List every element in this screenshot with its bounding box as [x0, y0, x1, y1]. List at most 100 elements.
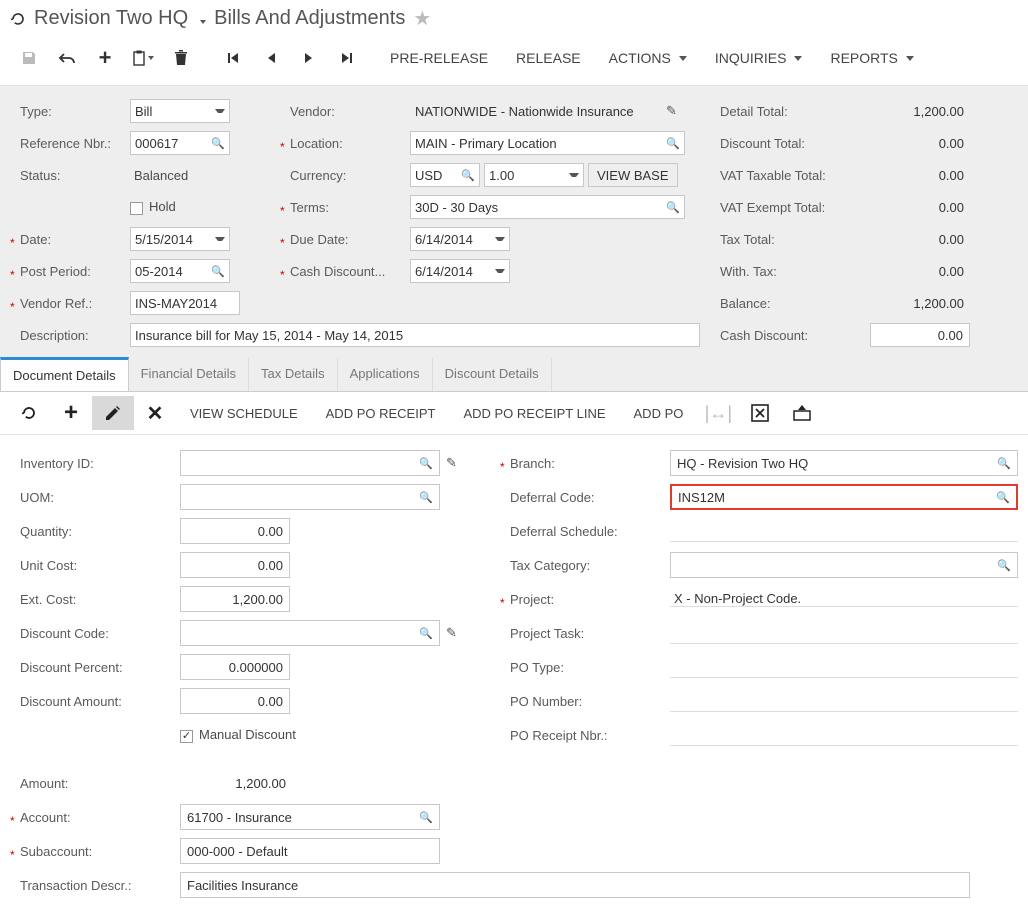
add-icon[interactable]: + — [86, 43, 124, 73]
lookup-icon[interactable]: 🔍 — [993, 457, 1011, 470]
type-select[interactable]: Bill — [130, 99, 230, 123]
withtax-value: 0.00 — [870, 264, 970, 279]
vendref-input[interactable]: INS-MAY2014 — [130, 291, 240, 315]
cashdisc-label: Cash Discount... — [280, 264, 410, 279]
description-input[interactable]: Insurance bill for May 15, 2014 - May 14… — [130, 323, 700, 347]
desc-label: Description: — [10, 328, 130, 343]
account-input[interactable]: 61700 - Insurance🔍 — [180, 804, 440, 830]
chevron-down-icon — [569, 173, 579, 177]
cashdisc-input[interactable]: 6/14/2014 — [410, 259, 510, 283]
nav-next-icon[interactable] — [290, 43, 328, 73]
balance-label: Balance: — [710, 296, 870, 311]
lookup-icon[interactable]: 🔍 — [415, 627, 433, 640]
tax-total-value: 0.00 — [870, 232, 970, 247]
amount-label: Amount: — [10, 776, 180, 791]
add-po-receipt-line-button[interactable]: ADD PO RECEIPT LINE — [449, 398, 619, 429]
unitcost-label: Unit Cost: — [10, 558, 180, 573]
edit-icon[interactable]: ✎ — [666, 103, 677, 119]
cashdiscount-input[interactable]: 0.00 — [870, 323, 970, 347]
unitcost-input[interactable]: 0.00 — [180, 552, 290, 578]
view-base-button[interactable]: VIEW BASE — [588, 163, 678, 187]
uom-input[interactable]: 🔍 — [180, 484, 440, 510]
vatexempt-value: 0.00 — [870, 200, 970, 215]
txdesc-label: Transaction Descr.: — [10, 878, 180, 893]
inquiries-menu[interactable]: INQUIRIES — [701, 44, 817, 72]
lookup-icon[interactable]: 🔍 — [207, 137, 225, 150]
tab-applications[interactable]: Applications — [338, 358, 433, 391]
delete-icon[interactable] — [162, 43, 200, 73]
lookup-icon[interactable]: 🔍 — [993, 559, 1011, 572]
currency-rate-input[interactable]: 1.00 — [484, 163, 584, 187]
lookup-icon[interactable]: 🔍 — [662, 201, 680, 214]
edit-icon[interactable]: ✎ — [446, 455, 457, 471]
hold-checkbox[interactable]: Hold — [130, 199, 176, 214]
release-button[interactable]: RELEASE — [502, 44, 595, 72]
lookup-icon[interactable]: 🔍 — [457, 169, 475, 182]
uom-label: UOM: — [10, 490, 180, 505]
tab-document-details[interactable]: Document Details — [0, 357, 129, 391]
lookup-icon[interactable]: 🔍 — [415, 491, 433, 504]
tab-tax-details[interactable]: Tax Details — [249, 358, 338, 391]
ref-input[interactable]: 000617🔍 — [130, 131, 230, 155]
currency-input[interactable]: USD🔍 — [410, 163, 480, 187]
nav-last-icon[interactable] — [328, 43, 366, 73]
grid-edit-icon[interactable] — [92, 396, 134, 430]
location-input[interactable]: MAIN - Primary Location🔍 — [410, 131, 685, 155]
potype-label: PO Type: — [500, 660, 670, 675]
add-po-receipt-button[interactable]: ADD PO RECEIPT — [312, 398, 450, 429]
post-input[interactable]: 05-2014🔍 — [130, 259, 230, 283]
nav-first-icon[interactable] — [214, 43, 252, 73]
inventory-input[interactable]: 🔍 — [180, 450, 440, 476]
nav-prev-icon[interactable] — [252, 43, 290, 73]
edit-icon[interactable]: ✎ — [446, 625, 457, 641]
upload-icon[interactable] — [781, 396, 823, 430]
discamt-input[interactable]: 0.00 — [180, 688, 290, 714]
grid-refresh-icon[interactable] — [8, 396, 50, 430]
save-icon[interactable] — [10, 43, 48, 73]
export-excel-icon[interactable] — [739, 396, 781, 430]
balance-value: 1,200.00 — [870, 296, 970, 311]
due-input[interactable]: 6/14/2014 — [410, 227, 510, 251]
subaccount-input[interactable]: 000-000 - Default — [180, 838, 440, 864]
company-title[interactable]: Revision Two HQ — [34, 7, 188, 30]
taxcat-input[interactable]: 🔍 — [670, 552, 1018, 578]
lookup-icon[interactable]: 🔍 — [415, 457, 433, 470]
ptask-value — [670, 622, 1018, 644]
lookup-icon[interactable]: 🔍 — [662, 137, 680, 150]
terms-input[interactable]: 30D - 30 Days🔍 — [410, 195, 685, 219]
discpct-input[interactable]: 0.000000 — [180, 654, 290, 680]
defcode-input[interactable]: INS12M🔍 — [670, 484, 1018, 510]
fit-columns-icon[interactable]: |↔| — [697, 396, 739, 430]
lookup-icon[interactable]: 🔍 — [992, 491, 1010, 504]
qty-label: Quantity: — [10, 524, 180, 539]
clipboard-icon[interactable] — [124, 43, 162, 73]
reports-menu[interactable]: REPORTS — [816, 44, 927, 72]
add-po-button[interactable]: ADD PO — [620, 398, 698, 429]
detail-total-label: Detail Total: — [710, 104, 870, 119]
tab-financial-details[interactable]: Financial Details — [129, 358, 249, 391]
star-icon[interactable]: ★ — [413, 6, 431, 31]
refresh-icon[interactable] — [10, 11, 26, 27]
ponum-label: PO Number: — [500, 694, 670, 709]
undo-icon[interactable] — [48, 43, 86, 73]
branch-input[interactable]: HQ - Revision Two HQ🔍 — [670, 450, 1018, 476]
tab-discount-details[interactable]: Discount Details — [433, 358, 552, 391]
lookup-icon[interactable]: 🔍 — [207, 265, 225, 278]
chevron-down-icon — [495, 269, 505, 273]
project-value: X - Non-Project Code. — [670, 591, 1018, 607]
cashdiscount-label: Cash Discount: — [710, 328, 870, 343]
txdesc-input[interactable]: Facilities Insurance — [180, 872, 970, 898]
ponum-value — [670, 690, 1018, 712]
lookup-icon[interactable]: 🔍 — [415, 811, 433, 824]
extcost-input[interactable]: 1,200.00 — [180, 586, 290, 612]
actions-menu[interactable]: ACTIONS — [595, 44, 701, 72]
disccode-input[interactable]: 🔍 — [180, 620, 440, 646]
date-input[interactable]: 5/15/2014 — [130, 227, 230, 251]
breadcrumb-sep-icon — [196, 11, 206, 27]
prerelease-button[interactable]: PRE-RELEASE — [376, 44, 502, 72]
manual-discount-checkbox[interactable]: Manual Discount — [180, 727, 296, 742]
grid-add-icon[interactable]: + — [50, 396, 92, 430]
view-schedule-button[interactable]: VIEW SCHEDULE — [176, 398, 312, 429]
grid-delete-icon[interactable]: ✕ — [134, 396, 176, 430]
qty-input[interactable]: 0.00 — [180, 518, 290, 544]
